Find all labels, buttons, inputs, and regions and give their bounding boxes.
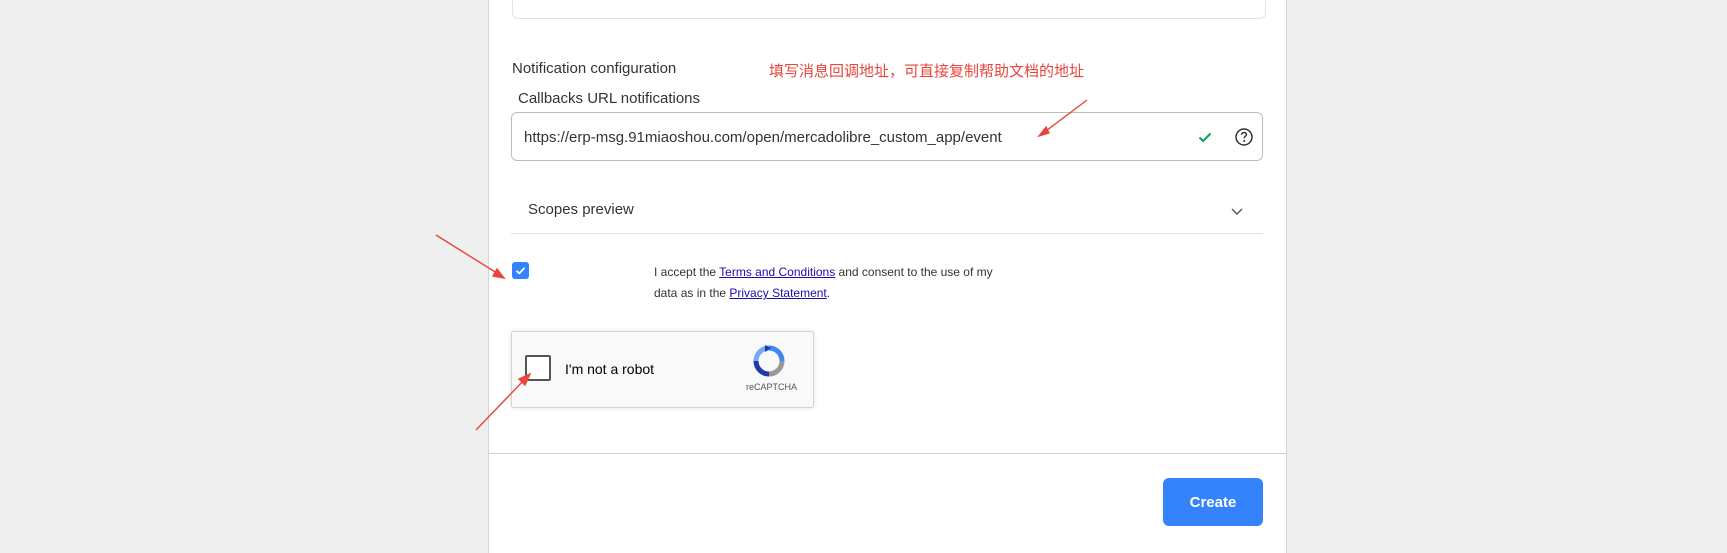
scopes-preview-accordion[interactable]: Scopes preview	[511, 190, 1263, 234]
check-icon	[1198, 132, 1212, 143]
callback-url-label: Callbacks URL notifications	[518, 90, 701, 107]
annotation-note: 填写消息回调地址，可直接复制帮助文档的地址	[769, 62, 1085, 80]
callback-url-input[interactable]	[524, 125, 1084, 149]
chevron-down-icon	[1231, 208, 1243, 215]
footer-divider	[489, 453, 1286, 454]
privacy-statement-link[interactable]: Privacy Statement	[729, 286, 826, 300]
notification-section-title: Notification configuration	[512, 60, 677, 77]
callback-url-field[interactable]	[511, 112, 1263, 161]
checkmark-icon	[515, 267, 526, 275]
recaptcha-logo-icon	[753, 345, 785, 377]
terms-suffix: .	[826, 286, 831, 300]
recaptcha-widget: I'm not a robot reCAPTCHA	[511, 331, 814, 408]
terms-and-conditions-link[interactable]: Terms and Conditions	[719, 265, 835, 279]
terms-prefix: I accept the	[654, 265, 720, 279]
scopes-preview-label: Scopes preview	[528, 201, 634, 218]
accept-terms-checkbox[interactable]	[512, 262, 529, 279]
question-circle-icon[interactable]	[1234, 127, 1254, 147]
recaptcha-label: I'm not a robot	[565, 361, 655, 377]
recaptcha-brand: reCAPTCHA	[746, 382, 798, 392]
previous-section-card	[512, 0, 1266, 19]
terms-consent-text: I accept the Terms and Conditions and co…	[654, 262, 1014, 304]
create-button[interactable]: Create	[1163, 478, 1263, 526]
recaptcha-checkbox[interactable]	[525, 355, 551, 381]
